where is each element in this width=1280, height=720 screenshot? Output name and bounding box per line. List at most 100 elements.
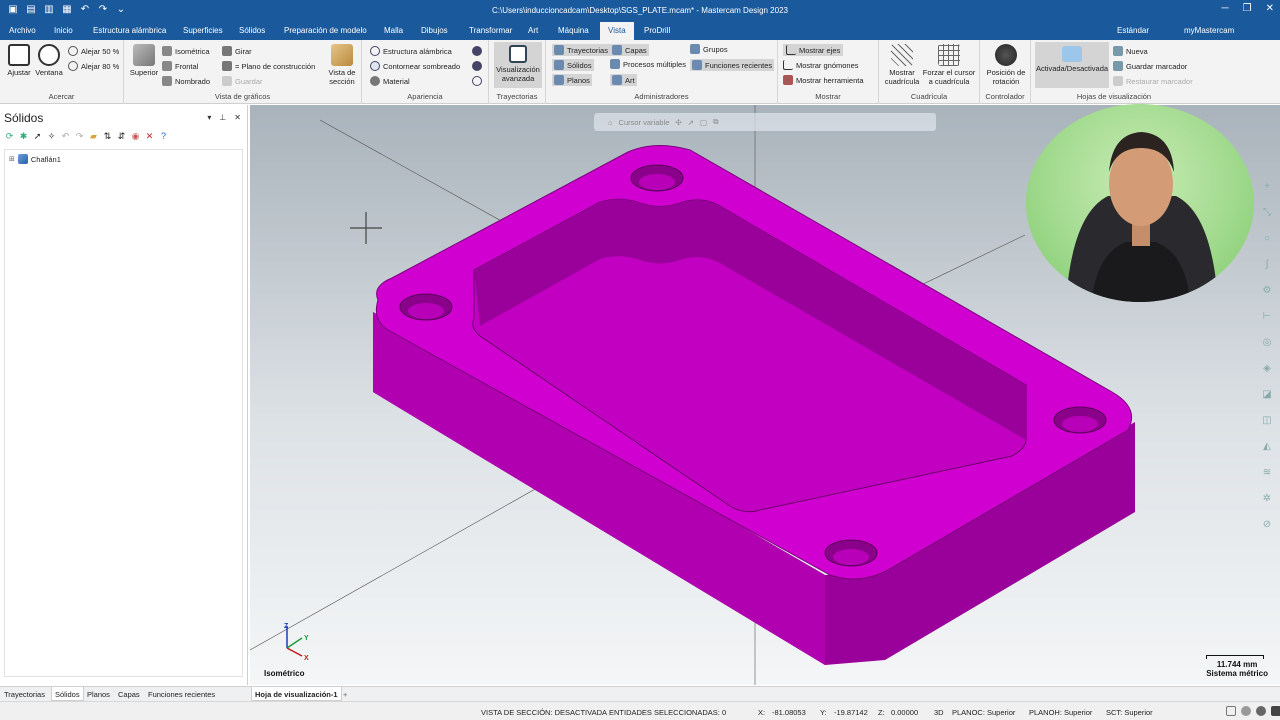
tab-superficies[interactable]: Superficies — [183, 26, 223, 35]
solid-mode-icon[interactable] — [1256, 706, 1266, 716]
filter-icon[interactable]: ⧉ — [713, 117, 718, 127]
tab-solidos[interactable]: Sólidos — [239, 26, 265, 35]
alejar50-button[interactable]: Alejar 50 % — [68, 46, 119, 56]
boolean-icon[interactable]: ◭ — [1260, 440, 1274, 454]
manager-procesos[interactable]: Procesos múltiples — [610, 59, 686, 69]
regenerate-icon[interactable]: ⟳ — [4, 131, 15, 142]
collapse-icon[interactable]: ⇵ — [116, 131, 127, 142]
girar-button[interactable]: Girar — [222, 46, 252, 56]
gear-icon[interactable]: ⚙ — [1260, 284, 1274, 298]
ajustar-button[interactable]: Ajustar — [4, 44, 34, 77]
nueva-hoja-button[interactable]: Nueva — [1113, 46, 1148, 56]
manager-funciones[interactable]: Funciones recientes — [690, 59, 775, 71]
ventana-button[interactable]: Ventana — [34, 44, 64, 77]
expand-plus-icon[interactable]: ⊞ — [9, 155, 15, 163]
tab-dibujos[interactable]: Dibujos — [421, 26, 448, 35]
panel-menu-icon[interactable]: ▾ — [207, 113, 211, 122]
tab-art[interactable]: Art — [528, 26, 538, 35]
tree-node-chaflan[interactable]: ⊞ Chaflán1 — [9, 154, 61, 164]
arrow-icon[interactable]: ➚ — [688, 118, 694, 127]
nombrado-button[interactable]: Nombrado — [162, 76, 210, 86]
delete-icon[interactable]: ✕ — [144, 131, 155, 142]
material-button[interactable]: Material — [370, 76, 410, 86]
shade-toggle-icon[interactable] — [472, 46, 482, 56]
tab-prodrill[interactable]: ProDrill — [644, 26, 670, 35]
help-icon[interactable]: ? — [158, 131, 169, 142]
forzar-cursor-button[interactable]: Forzar el cursor a cuadrícula — [921, 44, 977, 86]
select-box-icon[interactable]: ▢ — [700, 118, 707, 127]
restore-button[interactable]: ❐ — [1243, 3, 1252, 14]
guardar-vista-button[interactable]: Guardar — [222, 76, 263, 86]
account-link[interactable]: myMastercam — [1184, 26, 1234, 35]
isometrica-button[interactable]: Isométrica — [162, 46, 210, 56]
chamfer-icon[interactable]: ◪ — [1260, 388, 1274, 402]
vista-seccion-button[interactable]: Vista de sección — [324, 44, 360, 86]
status-sct[interactable]: SCT: Superior — [1106, 708, 1153, 717]
add-sheet-button[interactable]: + — [343, 690, 347, 699]
tab-archivo[interactable]: Archivo — [9, 26, 36, 35]
bottom-tab-funciones[interactable]: Funciones recientes — [148, 690, 215, 699]
color-icon[interactable]: ◫ — [1260, 414, 1274, 428]
tab-estructura[interactable]: Estructura alámbrica — [93, 26, 166, 35]
status-planoh[interactable]: PLANOH: Superior — [1029, 708, 1092, 717]
snap-icon[interactable]: ✣ — [675, 118, 681, 127]
bottom-tab-solidos[interactable]: Sólidos — [51, 687, 84, 701]
no-entry-icon[interactable]: ⊘ — [1260, 518, 1274, 532]
minimize-button[interactable]: ─ — [1222, 3, 1229, 14]
alejar80-button[interactable]: Alejar 80 % — [68, 61, 119, 71]
layout-selector[interactable]: Estándar — [1117, 26, 1149, 35]
bottom-tab-planos[interactable]: Planos — [87, 690, 110, 699]
frontal-button[interactable]: Frontal — [162, 61, 198, 71]
measure-icon[interactable]: ⊢ — [1260, 310, 1274, 324]
tab-inicio[interactable]: Inicio — [54, 26, 73, 35]
select-icon[interactable]: ➚ — [32, 131, 43, 142]
manager-grupos[interactable]: Grupos — [690, 44, 728, 54]
manager-trayectorias[interactable]: Trayectorias — [552, 44, 610, 56]
status-z-input[interactable]: 0.00000 — [891, 708, 918, 717]
display-options-icon[interactable] — [1271, 706, 1280, 716]
status-planoc[interactable]: PLANOC: Superior — [952, 708, 1015, 717]
regenerate-all-icon[interactable]: ✱ — [18, 131, 29, 142]
estructura-button[interactable]: Estructura alámbrica — [370, 46, 452, 56]
mostrar-gnomones-button[interactable]: Mostrar gnómones — [783, 60, 859, 70]
tab-preparacion[interactable]: Preparación de modelo — [284, 26, 367, 35]
curve-icon[interactable]: ∫ — [1260, 258, 1274, 272]
tab-maquina[interactable]: Máquina — [558, 26, 589, 35]
contornear-button[interactable]: Contornear sombreado — [370, 61, 460, 71]
layers-icon[interactable]: ≋ — [1260, 466, 1274, 480]
analyze-icon[interactable]: ◎ — [1260, 336, 1274, 350]
sheet-tab[interactable]: Hoja de visualización-1 — [251, 687, 342, 701]
zoom-in-icon[interactable]: + — [1260, 180, 1274, 194]
manager-solidos[interactable]: Sólidos — [552, 59, 594, 71]
plano-construccion-button[interactable]: = Plano de construcción — [222, 61, 315, 71]
visualizacion-avanzada-button[interactable]: Visualización avanzada — [494, 42, 542, 88]
transform-icon[interactable]: ⤡ — [1260, 206, 1274, 220]
restaurar-marcador-button[interactable]: Restaurar marcador — [1113, 76, 1193, 86]
settings-icon[interactable]: ✲ — [1260, 492, 1274, 506]
mostrar-cuadricula-button[interactable]: Mostrar cuadrícula — [883, 44, 921, 86]
status-mode-toggle[interactable]: 3D — [934, 708, 944, 717]
tab-vista[interactable]: Vista — [600, 22, 634, 40]
bottom-tab-capas[interactable]: Capas — [118, 690, 140, 699]
mostrar-herramienta-button[interactable]: Mostrar herramienta — [783, 75, 864, 85]
pin-icon[interactable]: ⊥ — [219, 113, 226, 122]
activada-desactivada-button[interactable]: Activada/Desactivada — [1035, 42, 1109, 88]
lock-icon[interactable]: ⌂ — [608, 118, 613, 127]
panel-close-icon[interactable]: ✕ — [234, 113, 241, 122]
manager-art[interactable]: Art — [610, 74, 637, 86]
circle-icon[interactable]: ○ — [1260, 232, 1274, 246]
wireframe-mode-icon[interactable] — [1226, 706, 1236, 716]
close-button[interactable]: ✕ — [1266, 3, 1274, 14]
undo-icon[interactable]: ↶ — [60, 131, 71, 142]
tab-transformar[interactable]: Transformar — [469, 26, 512, 35]
history-icon[interactable]: ◉ — [130, 131, 141, 142]
guardar-marcador-button[interactable]: Guardar marcador — [1113, 61, 1187, 71]
bottom-tab-trayectorias[interactable]: Trayectorias — [4, 690, 45, 699]
cursor-variable-button[interactable]: Cursor variable — [619, 118, 670, 127]
shaded-mode-icon[interactable] — [1241, 706, 1251, 716]
mostrar-ejes-button[interactable]: Mostrar ejes — [783, 44, 844, 56]
manager-capas[interactable]: Capas — [610, 44, 649, 56]
expand-icon[interactable]: ⇅ — [102, 131, 113, 142]
superior-button[interactable]: Superior — [126, 44, 162, 77]
posicion-rotacion-button[interactable]: Posición de rotación — [982, 44, 1030, 86]
